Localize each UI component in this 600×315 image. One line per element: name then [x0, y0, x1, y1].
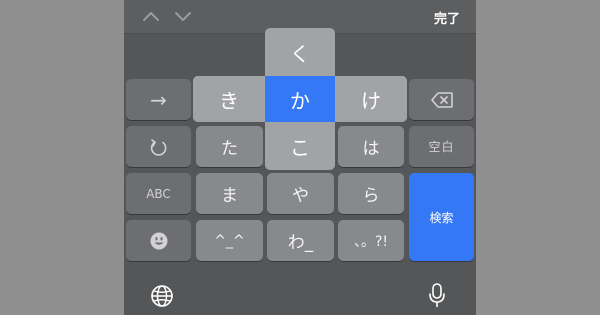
flick-up-label: く: [290, 41, 310, 66]
space-key[interactable]: 空白: [409, 126, 474, 167]
delete-key[interactable]: [409, 79, 474, 120]
abc-key[interactable]: ABC: [126, 173, 191, 214]
undo-icon: [150, 138, 166, 156]
key-ha[interactable]: は: [338, 126, 404, 167]
flick-right-label: け: [361, 88, 381, 113]
done-button[interactable]: 完了: [434, 8, 460, 27]
flick-down-key[interactable]: こ: [265, 122, 335, 170]
flick-center-label: か: [290, 88, 310, 113]
key-wa[interactable]: わ_: [267, 220, 334, 261]
emoji-key[interactable]: [126, 220, 191, 261]
key-ra[interactable]: ら: [338, 173, 404, 214]
flick-center-key[interactable]: か: [265, 76, 335, 122]
flick-left-label: き: [219, 88, 239, 113]
search-key[interactable]: 検索: [409, 173, 474, 261]
flick-left-key[interactable]: き: [193, 76, 265, 122]
chevron-down-icon[interactable]: [174, 8, 192, 24]
delete-icon: [430, 91, 453, 108]
flick-right-key[interactable]: け: [335, 76, 407, 122]
key-ma-label: ま: [221, 186, 238, 206]
microphone-icon[interactable]: [428, 283, 446, 309]
space-label: 空白: [428, 140, 455, 154]
key-ra-label: ら: [362, 186, 380, 206]
chevron-up-icon[interactable]: [142, 8, 160, 24]
key-ya-label: や: [292, 186, 309, 206]
flick-down-label: こ: [290, 135, 310, 160]
background-right: [476, 0, 600, 315]
key-ta[interactable]: た: [196, 126, 263, 167]
arrow-right-key[interactable]: →: [126, 79, 191, 120]
search-label: 検索: [429, 210, 454, 225]
key-wa-label: わ_: [287, 233, 314, 253]
arrow-right-label: →: [150, 87, 167, 112]
key-punctuation[interactable]: 、。?!: [338, 220, 404, 261]
key-kaomoji-label: ^_^: [214, 232, 245, 249]
globe-icon[interactable]: [150, 284, 174, 308]
key-punctuation-label: 、。?!: [353, 233, 389, 250]
key-ta-label: た: [221, 139, 238, 159]
key-ya[interactable]: や: [267, 173, 334, 214]
key-ma[interactable]: ま: [196, 173, 263, 214]
emoji-icon: [150, 232, 167, 249]
key-kaomoji[interactable]: ^_^: [196, 220, 263, 261]
flick-up-key[interactable]: く: [265, 28, 335, 76]
key-ha-label: は: [362, 139, 380, 159]
undo-key[interactable]: [126, 126, 191, 167]
background-left: [0, 0, 124, 315]
abc-label: ABC: [146, 186, 171, 201]
